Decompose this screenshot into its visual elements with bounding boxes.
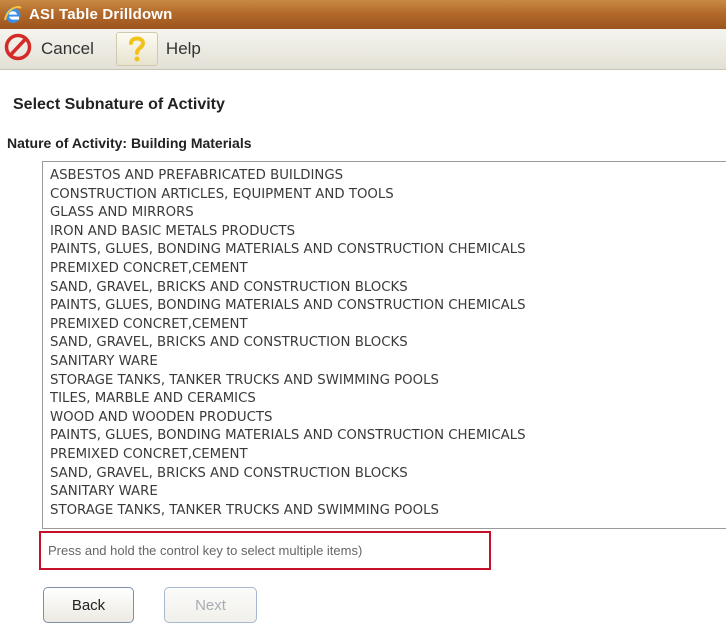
subnature-listbox[interactable]: ASBESTOS AND PREFABRICATED BUILDINGS CON… xyxy=(42,161,726,529)
app-window: ASI Table Drilldown Cancel Help Select S… xyxy=(0,0,726,627)
list-item[interactable]: PREMIXED CONCRET,CEMENT xyxy=(43,446,726,465)
list-item[interactable]: GLASS AND MIRRORS xyxy=(43,204,726,223)
list-item[interactable]: SANITARY WARE xyxy=(43,483,726,502)
list-item[interactable]: STORAGE TANKS, TANKER TRUCKS AND SWIMMIN… xyxy=(43,372,726,391)
toolbar: Cancel Help xyxy=(0,29,726,70)
list-item[interactable]: SAND, GRAVEL, BRICKS AND CONSTRUCTION BL… xyxy=(43,465,726,484)
list-item[interactable]: WOOD AND WOODEN PRODUCTS xyxy=(43,409,726,428)
list-item[interactable]: SAND, GRAVEL, BRICKS AND CONSTRUCTION BL… xyxy=(43,279,726,298)
list-item[interactable]: IRON AND BASIC METALS PRODUCTS xyxy=(43,223,726,242)
nature-of-activity-label: Nature of Activity: Building Materials xyxy=(7,135,252,151)
help-label: Help xyxy=(165,39,201,58)
list-item[interactable]: CONSTRUCTION ARTICLES, EQUIPMENT AND TOO… xyxy=(43,186,726,205)
list-item[interactable]: PAINTS, GLUES, BONDING MATERIALS AND CON… xyxy=(43,427,726,446)
next-button[interactable]: Next xyxy=(164,587,257,623)
multi-select-hint-box: Press and hold the control key to select… xyxy=(39,531,491,570)
list-item[interactable]: PREMIXED CONCRET,CEMENT xyxy=(43,316,726,335)
list-item[interactable]: TILES, MARBLE AND CERAMICS xyxy=(43,390,726,409)
list-item[interactable]: SAND, GRAVEL, BRICKS AND CONSTRUCTION BL… xyxy=(43,334,726,353)
list-item[interactable]: STORAGE TANKS, TANKER TRUCKS AND SWIMMIN… xyxy=(43,502,726,521)
cancel-icon xyxy=(3,32,33,67)
page-title: Select Subnature of Activity xyxy=(13,96,225,113)
help-button[interactable]: Help xyxy=(115,31,201,67)
back-button[interactable]: Back xyxy=(43,587,134,623)
cancel-button[interactable]: Cancel xyxy=(3,31,94,67)
multi-select-hint: Press and hold the control key to select… xyxy=(48,543,363,558)
window-title: ASI Table Drilldown xyxy=(29,6,173,23)
cancel-label: Cancel xyxy=(41,39,94,58)
list-item[interactable]: ASBESTOS AND PREFABRICATED BUILDINGS xyxy=(43,167,726,186)
title-bar: ASI Table Drilldown xyxy=(0,0,726,29)
list-item[interactable]: PAINTS, GLUES, BONDING MATERIALS AND CON… xyxy=(43,297,726,316)
list-item[interactable]: SANITARY WARE xyxy=(43,353,726,372)
help-icon xyxy=(115,32,158,66)
list-item[interactable]: PREMIXED CONCRET,CEMENT xyxy=(43,260,726,279)
list-item[interactable]: PAINTS, GLUES, BONDING MATERIALS AND CON… xyxy=(43,241,726,260)
browser-e-icon xyxy=(3,5,23,25)
